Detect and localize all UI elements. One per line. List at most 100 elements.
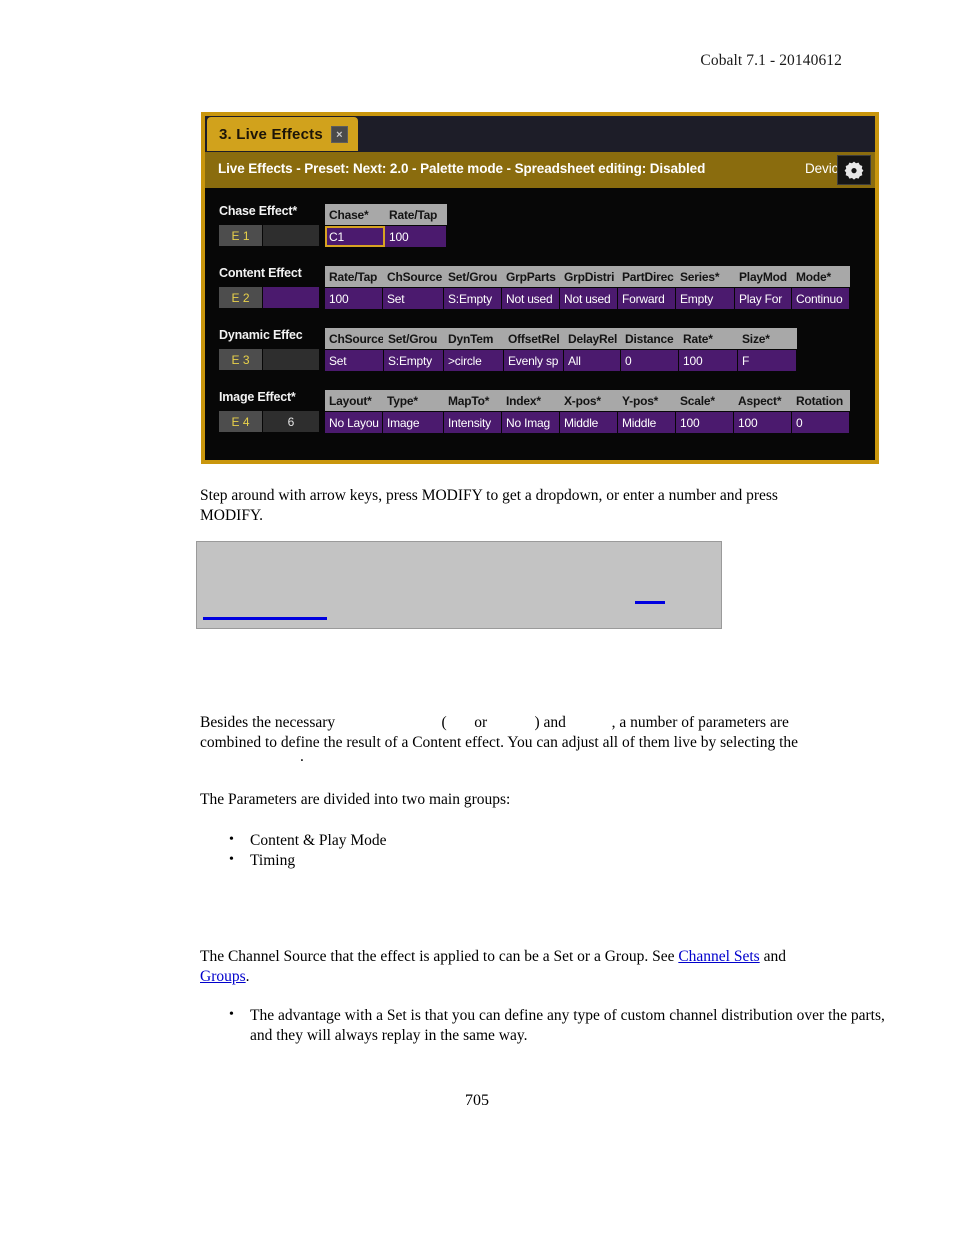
column-header: Aspect* <box>734 390 792 411</box>
tab-live-effects[interactable]: 3. Live Effects × <box>207 117 358 151</box>
column-header: Set/Grou <box>384 328 444 349</box>
hidden-link-underline-1[interactable] <box>203 617 327 620</box>
column-header: PartDirec <box>618 266 676 287</box>
cell-value[interactable]: 0 <box>792 412 850 433</box>
cell-value[interactable]: Image <box>383 412 444 433</box>
column-header: Mode* <box>792 266 850 287</box>
column-header: Chase* <box>325 204 385 225</box>
cell-value[interactable]: 100 <box>679 350 738 371</box>
console-titlebar-text-wrap: Live Effects - Preset: Next: 2.0 - Palet… <box>205 152 837 188</box>
besides-paragraph: Besides the necessary Channel Source ( S… <box>200 713 840 772</box>
cell-value[interactable]: Not used <box>502 288 560 309</box>
effect-id-box[interactable]: E 2 <box>219 287 319 308</box>
effect-id: E 3 <box>219 349 263 370</box>
channel-source-part2: . <box>245 967 250 985</box>
close-icon[interactable]: × <box>330 125 348 143</box>
link-channel-sets[interactable]: Channel Sets <box>678 948 759 965</box>
cell-value[interactable]: No Imag <box>502 412 560 433</box>
column-header: GrpDistri <box>560 266 618 287</box>
effect-id-box[interactable]: E 1 <box>219 225 319 246</box>
page-number: 705 <box>465 1092 489 1109</box>
effect-row: Image Effect* E 4 6 Layout* Type* MapTo* Index… <box>219 390 869 438</box>
besides-paren-close: ) and <box>534 714 566 731</box>
effects-grid: Chase Effect* E 1 Chase* Rate/Tap C1 100 Conte… <box>205 188 875 460</box>
parameter-groups-intro: The Parameters are divided into two main… <box>200 791 511 808</box>
column-header: Set/Grou <box>444 266 502 287</box>
channel-source-mid: and <box>759 948 786 965</box>
cell-value[interactable]: Empty <box>676 288 735 309</box>
cell-value[interactable]: 0 <box>621 350 679 371</box>
console-status-overlap-text: Devices with attri <box>805 161 837 176</box>
cell-value[interactable]: >circle <box>444 350 504 371</box>
column-header: Y-pos* <box>618 390 676 411</box>
cell-value[interactable]: Continuo <box>792 288 850 309</box>
parameter-groups-list: Content & Play Mode Timing <box>200 830 387 871</box>
effect-parameter-table: ChSource Set/Grou DynTem OffsetRel DelayRel D… <box>325 328 797 371</box>
cell-value[interactable]: Middle <box>560 412 618 433</box>
effect-table-value-row: No Layou Image Intensity No Imag Middle Middl… <box>325 412 850 433</box>
column-header: Series* <box>676 266 735 287</box>
advantage-list: The advantage with a Set is that you can… <box>200 1005 910 1046</box>
gear-icon[interactable] <box>837 155 871 185</box>
cell-value[interactable]: Set <box>325 350 384 371</box>
effect-id-box[interactable]: E 46 <box>219 411 319 432</box>
column-header: DelayRel <box>564 328 621 349</box>
cell-value[interactable]: 100 <box>734 412 792 433</box>
cell-value[interactable]: Middle <box>618 412 676 433</box>
column-header: Rotation <box>792 390 850 411</box>
effect-extra-cell[interactable] <box>263 287 319 308</box>
column-header: OffsetRel <box>504 328 564 349</box>
column-header: GrpParts <box>502 266 560 287</box>
besides-or: or <box>474 714 488 731</box>
cell-value[interactable]: No Layou <box>325 412 383 433</box>
effect-row: Content Effect E 2 Rate/Tap ChSource Set/Gro… <box>219 266 869 314</box>
cell-value[interactable]: Forward <box>618 288 676 309</box>
channel-source-paragraph: The Channel Source that the effect is ap… <box>200 947 820 986</box>
besides-gap-set: Set <box>451 713 471 733</box>
cell-value[interactable]: Set <box>383 288 444 309</box>
cell-value[interactable]: F <box>738 350 797 371</box>
besides-paren-open: ( <box>441 714 447 731</box>
column-header: Rate* <box>679 328 738 349</box>
column-header: Size* <box>738 328 797 349</box>
tab-live-effects-label: 3. Live Effects <box>219 125 323 143</box>
channel-source-part1: The Channel Source that the effect is ap… <box>200 948 679 965</box>
step-instruction-paragraph: Step around with arrow keys, press MODIF… <box>200 487 778 524</box>
effect-row: Dynamic Effec E 3 ChSource Set/Grou DynTem Of… <box>219 328 869 376</box>
cell-value[interactable]: S:Empty <box>444 288 502 309</box>
effect-id: E 1 <box>219 225 263 246</box>
list-item: The advantage with a Set is that you can… <box>229 1005 910 1046</box>
cell-value[interactable]: 100 <box>676 412 734 433</box>
effect-extra-cell[interactable] <box>263 225 319 246</box>
hidden-link-underline-2[interactable] <box>635 601 665 604</box>
link-groups[interactable]: Groups <box>200 968 246 985</box>
column-header: Layout* <box>325 390 383 411</box>
effect-id: E 4 <box>219 411 263 432</box>
besides-trailing-period: . <box>300 748 304 765</box>
besides-gap-group: Group <box>491 713 531 733</box>
effect-id-box[interactable]: E 3 <box>219 349 319 370</box>
column-header: ChSource <box>325 328 384 349</box>
cell-value[interactable]: 100 <box>385 226 447 247</box>
cell-value[interactable]: S:Empty <box>384 350 444 371</box>
effect-extra-cell[interactable] <box>263 349 319 370</box>
column-header: Scale* <box>676 390 734 411</box>
column-header: PlayMod <box>735 266 792 287</box>
column-header: MapTo* <box>444 390 502 411</box>
column-header: Rate/Tap <box>325 266 383 287</box>
column-header: ChSource <box>383 266 444 287</box>
placeholder-image-box <box>196 541 722 629</box>
effect-name-label: Content Effect <box>219 266 302 280</box>
effect-extra-cell[interactable]: 6 <box>263 411 319 432</box>
effect-table-header-row: Chase* Rate/Tap <box>325 204 447 225</box>
cell-value[interactable]: 100 <box>325 288 383 309</box>
cell-value[interactable]: Not used <box>560 288 618 309</box>
cell-value[interactable]: All <box>564 350 621 371</box>
cell-value[interactable]: Evenly sp <box>504 350 564 371</box>
console-titlebar: Live Effects - Preset: Next: 2.0 - Palet… <box>205 152 875 188</box>
besides-gap-series: Series <box>570 713 608 733</box>
cell-value[interactable]: Play For <box>735 288 792 309</box>
effect-name-label: Image Effect* <box>219 390 296 404</box>
cell-value[interactable]: Intensity <box>444 412 502 433</box>
cell-selected[interactable]: C1 <box>325 226 385 247</box>
